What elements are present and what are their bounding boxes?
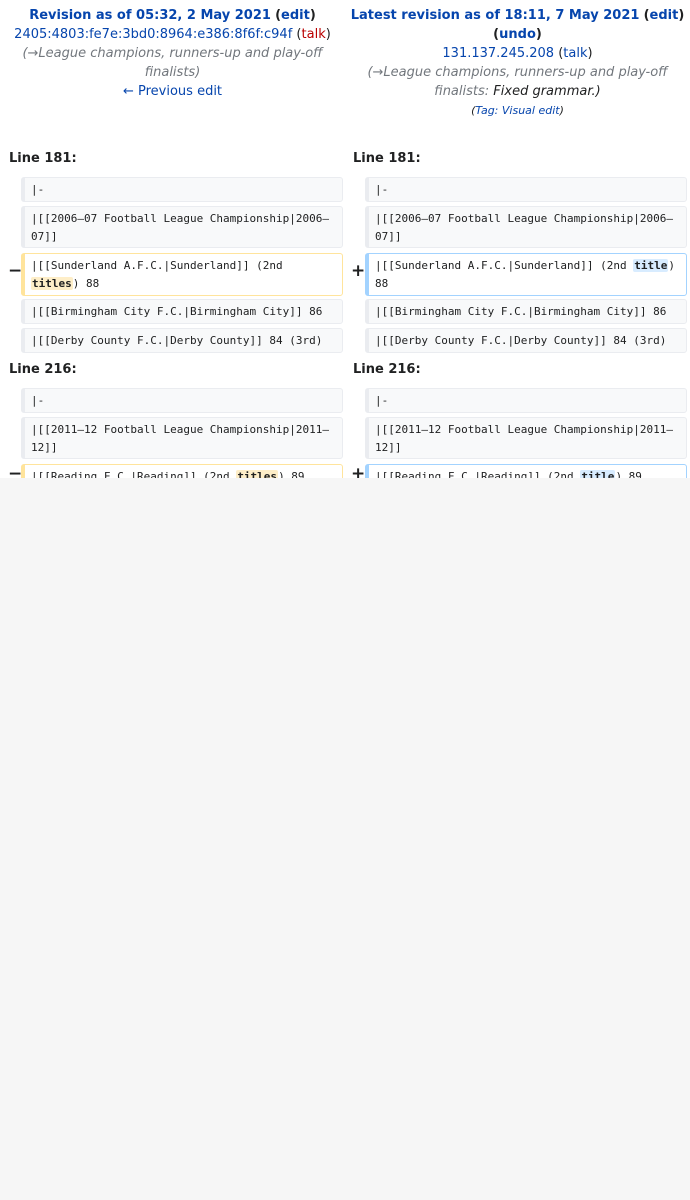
- context-line: |[[Derby County F.C.|Derby County]] 84 (…: [21, 328, 343, 353]
- context-line: |-: [365, 177, 687, 202]
- added-line: |[[Sunderland A.F.C.|Sunderland]] (2nd t…: [365, 253, 687, 296]
- line-number-right: Line 216:: [353, 362, 421, 377]
- plus-marker: +: [351, 261, 366, 281]
- new-revision-link[interactable]: Latest revision as of 18:11, 7 May 2021: [351, 8, 640, 23]
- context-line: |[[Derby County F.C.|Derby County]] 84 (…: [365, 328, 687, 353]
- old-revision-link[interactable]: Revision as of 05:32, 2 May 2021: [29, 8, 271, 23]
- diff-page: Revision as of 05:32, 2 May 2021 (edit) …: [0, 0, 690, 478]
- context-line: |[[Birmingham City F.C.|Birmingham City]…: [21, 299, 343, 324]
- context-line: |-: [21, 177, 343, 202]
- deleted-line: |[[Reading F.C.|Reading]] (2nd titles) 8…: [21, 464, 343, 478]
- line-number-left: Line 181:: [9, 151, 77, 166]
- edit-tag: (Tag: Visual edit): [471, 104, 564, 117]
- context-line: |-: [21, 388, 343, 413]
- line-number-right: Line 181:: [353, 151, 421, 166]
- old-revision-header: Revision as of 05:32, 2 May 2021 (edit) …: [0, 6, 345, 101]
- plus-marker: +: [351, 464, 366, 478]
- line-number-left: Line 216:: [9, 362, 77, 377]
- added-line: |[[Reading F.C.|Reading]] (2nd title) 89: [365, 464, 687, 478]
- context-line: |[[2006–07 Football League Championship|…: [21, 206, 343, 248]
- deleted-line: |[[Sunderland A.F.C.|Sunderland]] (2nd t…: [21, 253, 343, 296]
- old-edit-summary: (→League champions, runners-up and play-…: [22, 46, 323, 80]
- undo-link[interactable]: undo: [499, 27, 536, 42]
- new-user-link[interactable]: 131.137.245.208: [442, 46, 554, 61]
- context-line: |[[2006–07 Football League Championship|…: [365, 206, 687, 248]
- old-talk-link[interactable]: talk: [302, 27, 326, 42]
- previous-edit-link[interactable]: ← Previous edit: [123, 84, 222, 99]
- old-user-link[interactable]: 2405:4803:fe7e:3bd0:8964:e386:8f6f:c94f: [14, 27, 292, 42]
- new-talk-link[interactable]: talk: [563, 46, 587, 61]
- new-edit-summary: (→League champions, runners-up and play-…: [367, 65, 668, 99]
- context-line: |-: [365, 388, 687, 413]
- new-revision-header: Latest revision as of 18:11, 7 May 2021 …: [345, 6, 690, 120]
- context-line: |[[2011–12 Football League Championship|…: [365, 417, 687, 459]
- new-edit-link[interactable]: edit: [650, 8, 679, 23]
- context-line: |[[2011–12 Football League Championship|…: [21, 417, 343, 459]
- old-edit-link[interactable]: edit: [281, 8, 310, 23]
- context-line: |[[Birmingham City F.C.|Birmingham City]…: [365, 299, 687, 324]
